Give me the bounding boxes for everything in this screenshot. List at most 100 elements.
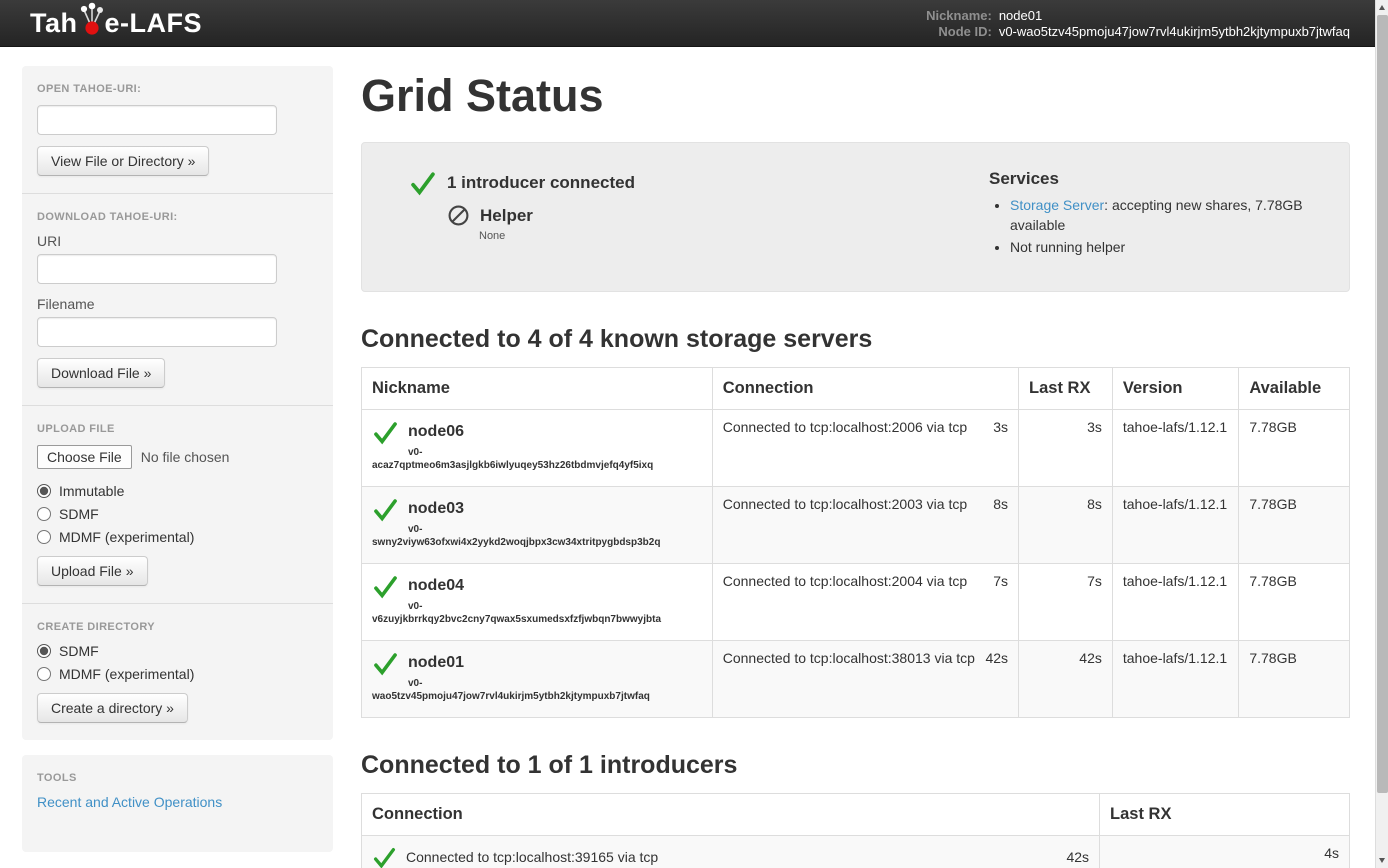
server-available: 7.78GB: [1239, 409, 1350, 486]
server-conn-time: 8s: [993, 496, 1008, 512]
download-uri-input[interactable]: [37, 254, 277, 284]
table-row: node01 v0- wao5tzv45pmoju47jow7rvl4ukirj…: [362, 640, 1350, 717]
server-nickname: node01: [408, 654, 464, 672]
check-icon: [409, 169, 437, 197]
introducer-status-text: 1 introducer connected: [447, 173, 635, 193]
scroll-down-icon: [1379, 858, 1385, 863]
node-id-label: Node ID:: [926, 24, 992, 39]
create-directory-section: CREATE DIRECTORY SDMF MDMF (experimental…: [37, 621, 318, 723]
check-icon: [372, 573, 399, 600]
col-version: Version: [1112, 367, 1238, 409]
nickname-label: Nickname:: [926, 8, 992, 23]
server-available: 7.78GB: [1239, 486, 1350, 563]
dir-format-option-sdmf[interactable]: SDMF: [37, 643, 318, 659]
upload-sdmf-radio[interactable]: [37, 507, 51, 521]
create-directory-heading: CREATE DIRECTORY: [37, 621, 318, 633]
col-nickname: Nickname: [362, 367, 713, 409]
tahoe-lafs-logo[interactable]: Tah e-LAFS: [30, 8, 202, 39]
uri-field-label: URI: [37, 233, 318, 249]
file-status-text: No file chosen: [141, 449, 230, 465]
server-id-hash: swny2viyw63ofxwi4x2yykd2woqjbpx3cw34xtri…: [372, 536, 702, 551]
server-last-rx: 42s: [1019, 640, 1113, 717]
grid-status-summary: 1 introducer connected Helper None Servi…: [361, 142, 1350, 292]
helper-status: Helper: [447, 204, 989, 227]
choose-file-button[interactable]: Choose File: [37, 445, 132, 469]
col-available: Available: [1239, 367, 1350, 409]
top-navbar: Tah e-LAFS Nickname: node01 Node ID: v0-…: [0, 0, 1388, 47]
col-last-rx: Last RX: [1019, 367, 1113, 409]
upload-format-option-sdmf[interactable]: SDMF: [37, 506, 318, 522]
scrollbar-thumb[interactable]: [1377, 15, 1388, 793]
server-version: tahoe-lafs/1.12.1: [1112, 409, 1238, 486]
servers-table-header-row: Nickname Connection Last RX Version Avai…: [362, 367, 1350, 409]
storage-servers-heading: Connected to 4 of 4 known storage server…: [361, 325, 1350, 354]
server-id-prefix: v0-: [408, 601, 702, 612]
col-connection: Connection: [712, 367, 1018, 409]
server-connection: Connected to tcp:localhost:2004 via tcp: [723, 573, 967, 589]
no-helper-icon: [447, 204, 470, 227]
upload-sdmf-radio-label: SDMF: [59, 506, 99, 522]
open-tahoe-uri-input[interactable]: [37, 105, 277, 135]
dir-format-option-mdmf[interactable]: MDMF (experimental): [37, 666, 318, 682]
scrollbar[interactable]: [1375, 0, 1388, 868]
node-info: Nickname: node01 Node ID: v0-wao5tzv45pm…: [926, 8, 1350, 39]
introducers-heading: Connected to 1 of 1 introducers: [361, 751, 1350, 780]
node-id-value: v0-wao5tzv45pmoju47jow7rvl4ukirjm5ytbh2k…: [999, 24, 1350, 39]
scrollbar-up-button[interactable]: [1376, 0, 1388, 15]
server-connection: Connected to tcp:localhost:38013 via tcp: [723, 650, 975, 666]
check-icon: [372, 845, 397, 868]
col-connection: Connection: [362, 793, 1100, 835]
brand-text-pre: Tah: [30, 8, 78, 39]
check-icon: [372, 419, 399, 446]
scroll-up-icon: [1379, 5, 1385, 10]
dir-mdmf-radio-label: MDMF (experimental): [59, 666, 194, 682]
helper-detail: None: [479, 230, 989, 242]
server-id-hash: v6zuyjkbrrkqy2bvc2cny7qwax5sxumedsxfzfjw…: [372, 613, 702, 628]
check-icon: [372, 496, 399, 523]
page-title: Grid Status: [361, 70, 1350, 122]
sidebar-divider: [22, 405, 333, 406]
server-id-hash: acaz7qptmeo6m3asjlgkb6iwlyuqey53hz26tbdm…: [372, 459, 702, 474]
upload-file-section: UPLOAD FILE Choose File No file chosen I…: [37, 423, 318, 586]
upload-file-heading: UPLOAD FILE: [37, 423, 318, 435]
storage-server-link[interactable]: Storage Server: [1010, 197, 1104, 213]
tools-panel: TOOLS Recent and Active Operations: [22, 755, 333, 852]
server-last-rx: 8s: [1019, 486, 1113, 563]
open-tahoe-uri-section: OPEN TAHOE-URI: View File or Directory »: [37, 83, 318, 176]
tahoe-seed-icon: [77, 0, 107, 38]
server-id-hash: wao5tzv45pmoju47jow7rvl4ukirjm5ytbh2kjty…: [372, 690, 702, 705]
sidebar-divider: [22, 193, 333, 194]
scrollbar-down-button[interactable]: [1376, 853, 1388, 868]
download-filename-input[interactable]: [37, 317, 277, 347]
introducer-status: 1 introducer connected: [409, 169, 989, 197]
not-running-helper-text: Not running helper: [1010, 239, 1125, 255]
upload-format-option-mdmf[interactable]: MDMF (experimental): [37, 529, 318, 545]
dir-mdmf-radio[interactable]: [37, 667, 51, 681]
dir-sdmf-radio[interactable]: [37, 644, 51, 658]
upload-mdmf-radio[interactable]: [37, 530, 51, 544]
main-content: Grid Status 1 introducer connected Helpe…: [361, 66, 1350, 868]
server-nickname: node04: [408, 577, 464, 595]
server-available: 7.78GB: [1239, 563, 1350, 640]
service-item-storage: Storage Server: accepting new shares, 7.…: [1010, 196, 1319, 235]
introducers-table-header-row: Connection Last RX: [362, 793, 1350, 835]
create-directory-button[interactable]: Create a directory »: [37, 693, 188, 723]
view-file-or-directory-button[interactable]: View File or Directory »: [37, 146, 209, 176]
download-tahoe-uri-heading: DOWNLOAD TAHOE-URI:: [37, 211, 318, 223]
upload-format-option-immutable[interactable]: Immutable: [37, 483, 318, 499]
immutable-radio[interactable]: [37, 484, 51, 498]
storage-servers-table: Nickname Connection Last RX Version Avai…: [361, 367, 1350, 718]
services-block: Services Storage Server: accepting new s…: [989, 169, 1319, 261]
sidebar-forms-panel: OPEN TAHOE-URI: View File or Directory »…: [22, 66, 333, 740]
server-conn-time: 3s: [993, 419, 1008, 435]
download-file-button[interactable]: Download File »: [37, 358, 165, 388]
recent-operations-link[interactable]: Recent and Active Operations: [37, 794, 222, 810]
table-row: node04 v0- v6zuyjkbrrkqy2bvc2cny7qwax5sx…: [362, 563, 1350, 640]
server-conn-time: 42s: [985, 650, 1008, 666]
server-version: tahoe-lafs/1.12.1: [1112, 563, 1238, 640]
introducer-connection: Connected to tcp:localhost:39165 via tcp: [406, 849, 658, 865]
sidebar-divider: [22, 603, 333, 604]
server-available: 7.78GB: [1239, 640, 1350, 717]
col-last-rx: Last RX: [1100, 793, 1350, 835]
upload-file-button[interactable]: Upload File »: [37, 556, 148, 586]
